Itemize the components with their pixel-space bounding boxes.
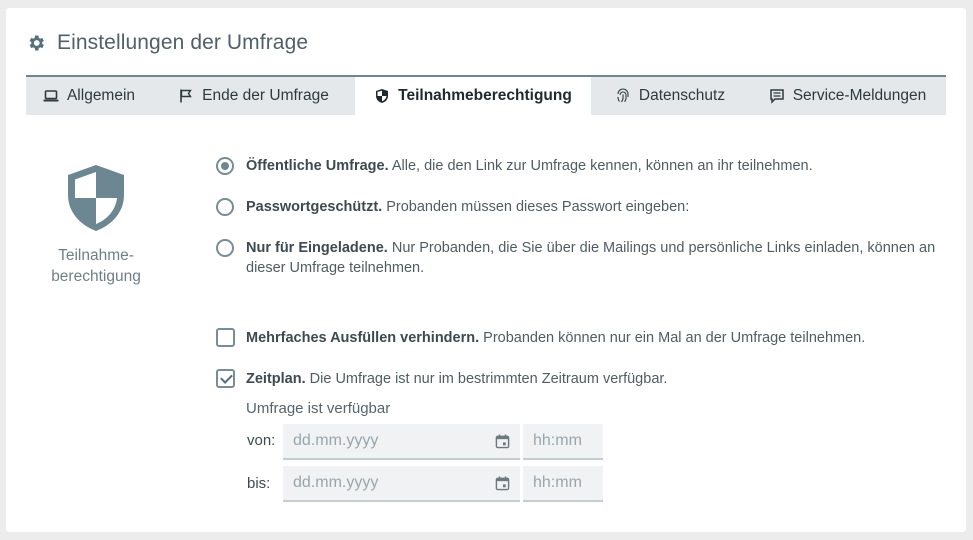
tab-label: Datenschutz [638, 87, 726, 104]
option-title: Passwortgeschützt. [246, 199, 383, 215]
laptop-icon [43, 90, 59, 102]
checkbox-prevent-multiple[interactable] [216, 328, 235, 347]
tab-allgemein[interactable]: Allgemein [26, 77, 152, 115]
schedule-available-label: Umfrage ist verfügbar [246, 400, 391, 417]
checkbox-desc: Probanden können nur ein Mal an der Umfr… [483, 330, 866, 346]
tab-teilnahmeberechtigung[interactable]: Teilnahmeberechtigung [355, 77, 591, 115]
option-desc-line2: dieser Umfrage teilnehmen. [246, 260, 425, 276]
option-invited[interactable]: Nur für Eingeladene. Nur Probanden, die … [216, 238, 946, 278]
calendar-icon[interactable] [495, 434, 510, 449]
card-header: Einstellungen der Umfrage [26, 30, 308, 56]
radio-password[interactable] [216, 198, 234, 216]
gear-icon [29, 35, 44, 51]
shield-icon [68, 165, 124, 231]
checkbox-desc: Die Umfrage ist nur im bestrimmten Zeitr… [309, 371, 668, 387]
tab-datenschutz[interactable]: Datenschutz [591, 77, 749, 115]
time-placeholder: hh:mm [533, 474, 582, 491]
to-date-input[interactable]: dd.mm.yyyy [283, 466, 520, 502]
radio-invited[interactable] [216, 239, 234, 257]
checkbox-schedule[interactable] [216, 369, 235, 388]
from-date-input[interactable]: dd.mm.yyyy [283, 424, 520, 460]
from-label: von: [247, 432, 276, 449]
option-desc: Probanden müssen dieses Passwort eingebe… [386, 199, 690, 215]
to-time-input[interactable]: hh:mm [523, 466, 603, 502]
section-sidebar: Teilnahme- berechtigung [46, 163, 146, 287]
page-title: Einstellungen der Umfrage [57, 31, 309, 54]
option-desc: Alle, die den Link zur Umfrage kennen, k… [391, 158, 813, 174]
tab-label: Teilnahmeberechtigung [398, 87, 572, 104]
message-icon [769, 89, 784, 104]
calendar-icon[interactable] [495, 476, 510, 491]
option-desc-line1: Nur Probanden, die Sie über die Mailings… [391, 240, 936, 256]
option-password[interactable]: Passwortgeschützt. Probanden müssen dies… [216, 197, 689, 217]
tab-label: Ende der Umfrage [202, 87, 329, 104]
shield-icon [376, 89, 389, 103]
time-placeholder: hh:mm [533, 432, 582, 449]
fingerprint-icon [617, 88, 629, 103]
settings-card: Einstellungen der Umfrage Allgemein Ende… [6, 8, 966, 532]
sidebar-label-line2: berechtigung [51, 268, 141, 285]
option-prevent-multiple[interactable]: Mehrfaches Ausfüllen verhindern. Proband… [216, 328, 865, 348]
option-schedule[interactable]: Zeitplan. Die Umfrage ist nur im bestrim… [216, 369, 667, 389]
radio-public[interactable] [216, 157, 234, 175]
tab-service-meldungen[interactable]: Service-Meldungen [749, 77, 946, 115]
checkbox-title: Zeitplan. [246, 371, 306, 387]
tab-label: Allgemein [66, 87, 136, 104]
option-public[interactable]: Öffentliche Umfrage. Alle, die den Link … [216, 156, 813, 176]
checkbox-title: Mehrfaches Ausfüllen verhindern. [246, 330, 480, 346]
option-title: Öffentliche Umfrage. [246, 158, 389, 174]
tab-ende-der-umfrage[interactable]: Ende der Umfrage [152, 77, 355, 115]
date-placeholder: dd.mm.yyyy [293, 432, 379, 449]
date-placeholder: dd.mm.yyyy [293, 474, 379, 491]
flag-icon [180, 89, 192, 103]
option-title: Nur für Eingeladene. [246, 240, 388, 256]
settings-tabs: Allgemein Ende der Umfrage Teilnahmebere… [26, 75, 946, 115]
from-time-input[interactable]: hh:mm [523, 424, 603, 460]
to-label: bis: [247, 475, 271, 492]
tab-label: Service-Meldungen [792, 87, 927, 104]
sidebar-label-line1: Teilnahme- [58, 247, 134, 264]
